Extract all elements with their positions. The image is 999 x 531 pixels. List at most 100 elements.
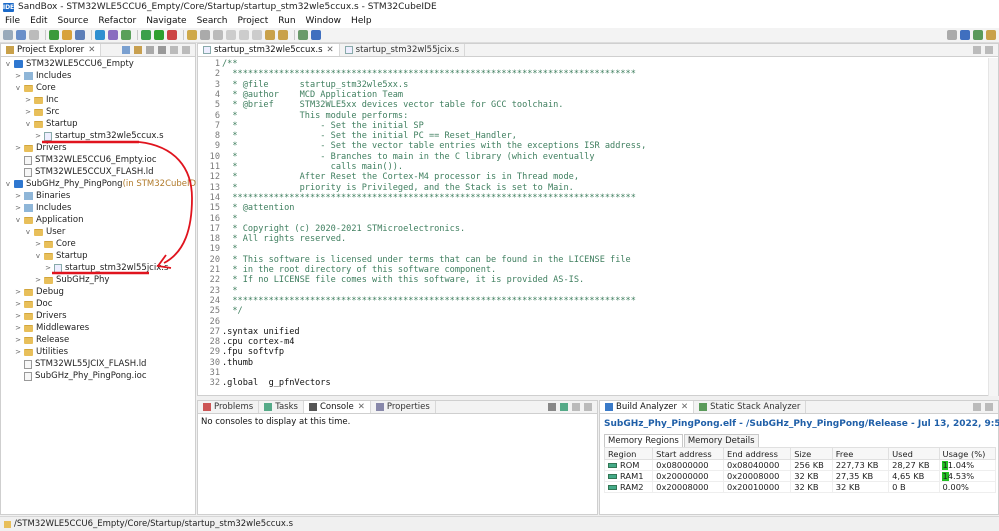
chevron-down-icon[interactable]: v <box>4 180 12 188</box>
tree-item[interactable]: > Core <box>34 238 76 250</box>
column-header[interactable]: Usage (%) <box>938 447 996 460</box>
chevron-right-icon[interactable]: > <box>14 288 22 296</box>
menu-refactor[interactable]: Refactor <box>93 16 141 26</box>
build-analyzer-title[interactable]: SubGHz_Phy_PingPong.elf - /SubGHz_Phy_Pi… <box>604 419 999 429</box>
close-icon[interactable]: ✕ <box>327 45 334 55</box>
tree-item[interactable]: > SubGHz_Phy <box>34 274 109 286</box>
tree-item[interactable]: > Doc <box>14 298 52 310</box>
minimize-icon[interactable] <box>170 46 178 54</box>
chevron-right-icon[interactable]: > <box>24 96 32 104</box>
tree-item[interactable]: > Inc <box>24 94 59 106</box>
tab-problems[interactable]: Problems <box>198 401 260 413</box>
save-all-icon[interactable] <box>29 30 39 40</box>
chevron-right-icon[interactable]: > <box>34 132 42 140</box>
info-icon[interactable] <box>311 30 321 40</box>
close-icon[interactable]: ✕ <box>358 402 365 412</box>
minimize-icon[interactable] <box>973 46 981 54</box>
chevron-right-icon[interactable]: > <box>14 72 22 80</box>
tree-item[interactable]: STM32WL55JCIX_FLASH.ld <box>14 358 146 370</box>
tree-item[interactable]: > Debug <box>14 286 64 298</box>
column-header[interactable]: Size <box>790 447 833 460</box>
display-console-icon[interactable] <box>548 403 556 411</box>
chevron-right-icon[interactable]: > <box>14 204 22 212</box>
menu-edit[interactable]: Edit <box>25 16 52 26</box>
tab-project-explorer[interactable]: Project Explorer ✕ <box>1 44 102 56</box>
toggle-mark-icon[interactable] <box>213 30 223 40</box>
tree-item[interactable]: > Binaries <box>14 190 70 202</box>
last-edit-icon[interactable] <box>252 30 262 40</box>
annotation-next-icon[interactable] <box>226 30 236 40</box>
tree-item[interactable]: > startup_stm32wle5ccux.s <box>34 130 163 142</box>
tree-item[interactable]: v STM32WLE5CCU6_Empty <box>4 58 134 70</box>
build-all-icon[interactable] <box>62 30 72 40</box>
tree-item[interactable]: > Utilities <box>14 346 68 358</box>
chevron-right-icon[interactable]: > <box>14 192 22 200</box>
tree-item[interactable]: > Src <box>24 106 59 118</box>
link-editor-icon[interactable] <box>134 46 142 54</box>
chevron-right-icon[interactable]: > <box>14 348 22 356</box>
config-icon[interactable] <box>75 30 85 40</box>
tab-static-stack-analyzer[interactable]: Static Stack Analyzer <box>694 401 807 413</box>
chevron-right-icon[interactable]: > <box>44 264 52 272</box>
chevron-right-icon[interactable]: > <box>14 324 22 332</box>
tree-item[interactable]: > startup_stm32wl55jcix.s <box>44 262 168 274</box>
view-menu-icon[interactable] <box>158 46 166 54</box>
maximize-icon[interactable] <box>182 46 190 54</box>
tree-item[interactable]: > Drivers <box>14 142 67 154</box>
maximize-icon[interactable] <box>584 403 592 411</box>
chevron-right-icon[interactable]: > <box>34 240 42 248</box>
column-header[interactable]: Used <box>888 447 940 460</box>
external-tools-icon[interactable] <box>167 30 177 40</box>
save-icon[interactable] <box>16 30 26 40</box>
chevron-right-icon[interactable]: > <box>14 336 22 344</box>
new-icon[interactable] <box>3 30 13 40</box>
menu-window[interactable]: Window <box>301 16 347 26</box>
chevron-down-icon[interactable]: v <box>24 120 32 128</box>
chevron-down-icon[interactable]: v <box>14 84 22 92</box>
chevron-down-icon[interactable]: v <box>24 228 32 236</box>
tree-item[interactable]: > Drivers <box>14 310 67 322</box>
search-icon[interactable] <box>200 30 210 40</box>
chevron-right-icon[interactable]: > <box>24 108 32 116</box>
filter-icon[interactable] <box>146 46 154 54</box>
tab-startup-stm32wle5ccux[interactable]: startup_stm32wle5ccux.s ✕ <box>198 44 340 56</box>
chevron-down-icon[interactable]: v <box>14 216 22 224</box>
tree-item[interactable]: SubGHz_Phy_PingPong.ioc <box>14 370 147 382</box>
tab-memory-details[interactable]: Memory Details <box>683 434 759 448</box>
tree-item[interactable]: v User <box>24 226 65 238</box>
chevron-right-icon[interactable]: > <box>14 312 22 320</box>
tree-item[interactable]: STM32WLE5CCU6_Empty.ioc <box>14 154 157 166</box>
menu-search[interactable]: Search <box>192 16 233 26</box>
table-row[interactable]: RAM1 0x20000000 0x20008000 32 KB 27,35 KB 4,6… <box>603 470 996 482</box>
tree-item[interactable]: v Core <box>14 82 56 94</box>
tree-item[interactable]: v Application <box>14 214 84 226</box>
menu-run[interactable]: Run <box>273 16 300 26</box>
code-gen-icon[interactable] <box>108 30 118 40</box>
table-row[interactable]: RAM2 0x20008000 0x20010000 32 KB 32 KB 0 B 0.0… <box>603 481 996 493</box>
tab-memory-regions[interactable]: Memory Regions <box>604 434 683 448</box>
tab-build-analyzer[interactable]: Build Analyzer ✕ <box>600 401 695 413</box>
annotation-prev-icon[interactable] <box>239 30 249 40</box>
chevron-right-icon[interactable]: > <box>34 276 42 284</box>
editor-scrollbar[interactable] <box>988 58 998 396</box>
tab-startup-stm32wl55jcix[interactable]: startup_stm32wl55jcix.s <box>340 44 466 56</box>
debug-icon[interactable] <box>141 30 151 40</box>
build-icon[interactable] <box>49 30 59 40</box>
tree-item[interactable]: > Release <box>14 334 69 346</box>
menu-source[interactable]: Source <box>53 16 94 26</box>
tab-properties[interactable]: Properties <box>371 401 436 413</box>
tree-item[interactable]: v Startup <box>24 118 78 130</box>
column-header[interactable]: Free <box>831 447 890 460</box>
perspective-icon[interactable] <box>947 30 957 40</box>
column-header[interactable]: Start address <box>652 447 724 460</box>
column-header[interactable]: End address <box>722 447 792 460</box>
collapse-all-icon[interactable] <box>122 46 130 54</box>
run-icon[interactable] <box>154 30 164 40</box>
code-editor[interactable]: 1/** 2 **********************************… <box>198 58 988 396</box>
menu-help[interactable]: Help <box>346 16 377 26</box>
chevron-down-icon[interactable]: v <box>4 60 12 68</box>
minimize-icon[interactable] <box>973 403 981 411</box>
chevron-right-icon[interactable]: > <box>14 144 22 152</box>
tree-item[interactable]: > Includes <box>14 70 71 82</box>
menu-navigate[interactable]: Navigate <box>141 16 191 26</box>
